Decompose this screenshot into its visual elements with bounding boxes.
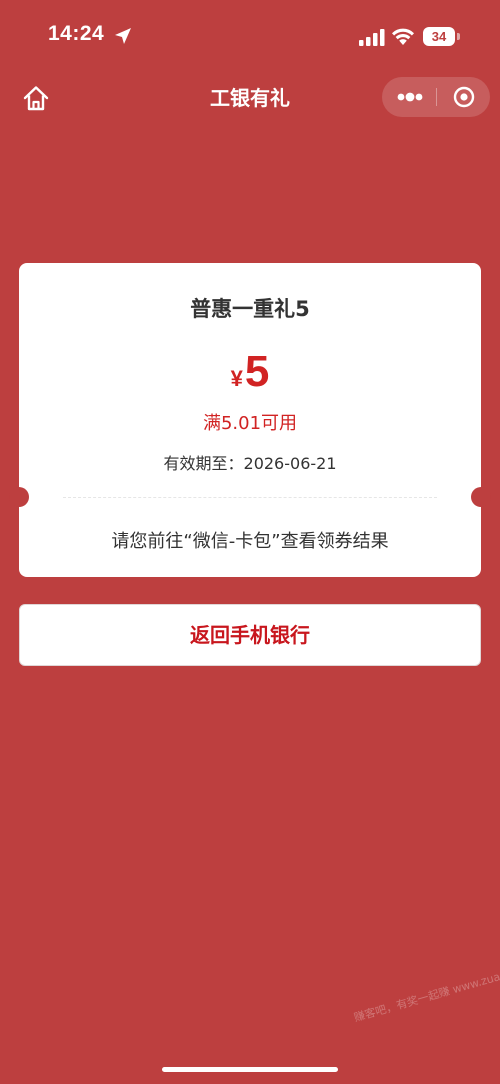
location-arrow-icon [115, 28, 131, 44]
validity-period: 有效期至：2026-06-21 [19, 450, 481, 474]
cellular-signal-icon [359, 29, 385, 46]
watermark: 赚客吧，有奖一起赚 www.zuanke8.com [352, 955, 500, 1025]
status-bar: 14:24 34 [0, 0, 500, 76]
coupon-card: 普惠一重礼5 ¥5 满5.01可用 有效期至：2026-06-21 请您前往“微… [9, 263, 491, 577]
coupon-amount: ¥5 [19, 347, 481, 397]
status-time: 14:24 [48, 22, 105, 45]
home-icon[interactable] [20, 82, 52, 114]
wallet-instruction: 请您前往“微信-卡包”查看领券结果 [111, 531, 389, 552]
ticket-notch-left [9, 487, 29, 507]
page-title: 工银有礼 [210, 86, 290, 110]
amount-value: 5 [244, 347, 270, 396]
validity-date: 2026-06-21 [243, 454, 337, 473]
ticket-notch-right [471, 487, 491, 507]
return-mobile-banking-button[interactable]: 返回手机银行 [19, 604, 481, 666]
dashed-divider [63, 497, 437, 498]
nav-bar: 工银有礼 [0, 76, 500, 120]
wifi-icon [392, 28, 414, 45]
battery-indicator: 34 [423, 27, 460, 46]
more-dots-icon[interactable] [390, 81, 430, 113]
battery-level: 34 [423, 27, 455, 46]
validity-label: 有效期至： [163, 454, 244, 473]
usage-condition: 满5.01可用 [202, 413, 298, 434]
mini-program-capsule [382, 77, 490, 117]
battery-nub [457, 33, 460, 40]
home-indicator[interactable] [162, 1067, 338, 1072]
coupon-title: 普惠一重礼5 [190, 297, 310, 321]
currency-symbol: ¥ [230, 366, 243, 391]
target-close-icon[interactable] [444, 81, 484, 113]
capsule-divider [436, 88, 437, 106]
